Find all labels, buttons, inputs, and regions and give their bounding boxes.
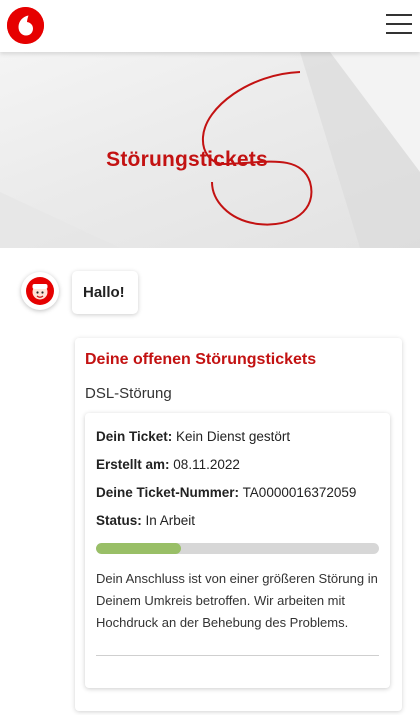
page-title: Störungstickets <box>106 148 268 171</box>
open-tickets-card: Deine offenen Störungstickets DSL-Störun… <box>75 338 402 711</box>
created-label: Erstellt am: <box>96 457 170 472</box>
created-row: Erstellt am: 08.11.2022 <box>96 457 240 472</box>
status-label: Status: <box>96 513 142 528</box>
ticket-label: Dein Ticket: <box>96 429 173 444</box>
ticket-details-box: Dein Ticket: Kein Dienst gestört Erstell… <box>85 413 390 688</box>
status-value: In Arbeit <box>145 513 196 528</box>
status-progress-fill <box>96 543 181 554</box>
card-title: Deine offenen Störungstickets <box>85 351 317 368</box>
ticket-description: Dein Anschluss ist von einer größeren St… <box>96 571 378 630</box>
vodafone-speechmark-icon <box>7 7 44 44</box>
hero-banner: Störungstickets <box>0 52 420 248</box>
bot-avatar-icon <box>21 272 59 310</box>
ticket-number-label: Deine Ticket-Nummer: <box>96 485 240 500</box>
status-progress-bar <box>96 543 379 554</box>
created-value: 08.11.2022 <box>173 457 240 472</box>
divider <box>96 655 379 656</box>
hamburger-menu-icon[interactable] <box>386 14 412 36</box>
status-row: Status: In Arbeit <box>96 513 195 528</box>
ticket-category: DSL-Störung <box>85 385 172 402</box>
ticket-value: Kein Dienst gestört <box>176 429 291 444</box>
greeting-bubble: Hallo! <box>72 271 138 314</box>
ticket-number-value: TA0000016372059 <box>242 485 357 500</box>
ticket-number-row: Deine Ticket-Nummer: TA0000016372059 <box>96 485 356 500</box>
app-header <box>0 0 420 52</box>
vodafone-logo[interactable] <box>7 7 44 44</box>
ticket-row: Dein Ticket: Kein Dienst gestört <box>96 429 290 444</box>
